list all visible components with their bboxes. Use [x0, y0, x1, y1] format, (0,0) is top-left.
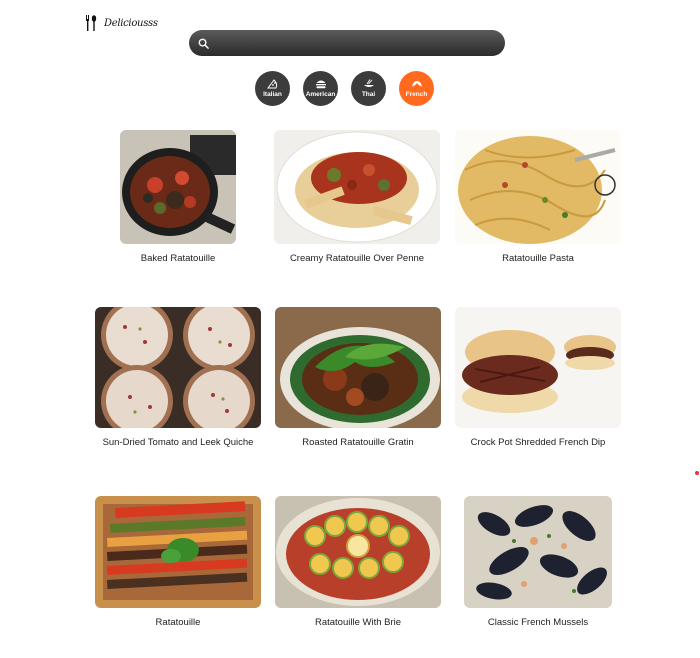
scroll-indicator-dot [695, 471, 699, 475]
category-thai[interactable]: Thai [351, 71, 386, 106]
brand-logo[interactable]: Deliciousss [84, 15, 158, 31]
pizza-icon [266, 79, 277, 89]
recipe-image[interactable] [455, 307, 621, 428]
recipe-card[interactable]: Baked Ratatouille [113, 130, 243, 265]
category-french[interactable]: French [399, 71, 434, 106]
recipe-title: Ratatouille With Brie [314, 617, 402, 628]
recipe-card[interactable]: Creamy Ratatouille Over Penne [262, 130, 452, 265]
fork-spoon-icon [86, 15, 97, 31]
category-label: Italian [263, 91, 282, 98]
category-american[interactable]: American [303, 71, 338, 106]
recipe-title: Ratatouille Pasta [502, 253, 574, 264]
category-filter: Italian American Thai French [255, 71, 434, 106]
brand-name: Deliciousss [104, 17, 158, 29]
category-label: French [405, 91, 428, 98]
category-label: American [305, 91, 336, 98]
recipe-card[interactable]: Sun-Dried Tomato and Leek Quiche [85, 307, 271, 449]
burger-icon [315, 80, 326, 89]
recipe-image[interactable] [275, 496, 441, 608]
recipe-image[interactable] [120, 130, 236, 244]
recipe-title: Crock Pot Shredded French Dip [470, 437, 606, 448]
thai-dish-icon [363, 79, 374, 87]
recipe-image[interactable] [274, 130, 440, 244]
category-label: Thai [361, 91, 376, 98]
recipe-image[interactable] [275, 307, 441, 428]
recipe-image[interactable] [95, 307, 261, 428]
recipe-card[interactable]: Ratatouille With Brie [265, 496, 451, 629]
recipe-card[interactable]: Roasted Ratatouille Gratin [265, 307, 451, 449]
recipe-title: Creamy Ratatouille Over Penne [289, 253, 425, 264]
search-input[interactable] [215, 37, 485, 49]
recipe-title: Baked Ratatouille [140, 253, 216, 264]
search-bar[interactable] [189, 30, 505, 56]
recipe-card[interactable]: Ratatouille Pasta [444, 130, 632, 265]
recipe-image[interactable] [464, 496, 612, 608]
croissant-icon [411, 81, 422, 87]
recipe-card[interactable]: Crock Pot Shredded French Dip [445, 307, 631, 449]
recipe-title: Classic French Mussels [487, 617, 589, 628]
recipe-image[interactable] [455, 130, 621, 244]
recipe-title: Sun-Dried Tomato and Leek Quiche [102, 437, 254, 448]
recipe-card[interactable]: Ratatouille [85, 496, 271, 629]
recipe-title: Ratatouille [155, 617, 201, 628]
recipe-card[interactable]: Classic French Mussels [453, 496, 623, 629]
search-icon [198, 38, 209, 49]
recipe-image[interactable] [95, 496, 261, 608]
category-italian[interactable]: Italian [255, 71, 290, 106]
recipe-title: Roasted Ratatouille Gratin [302, 437, 414, 448]
